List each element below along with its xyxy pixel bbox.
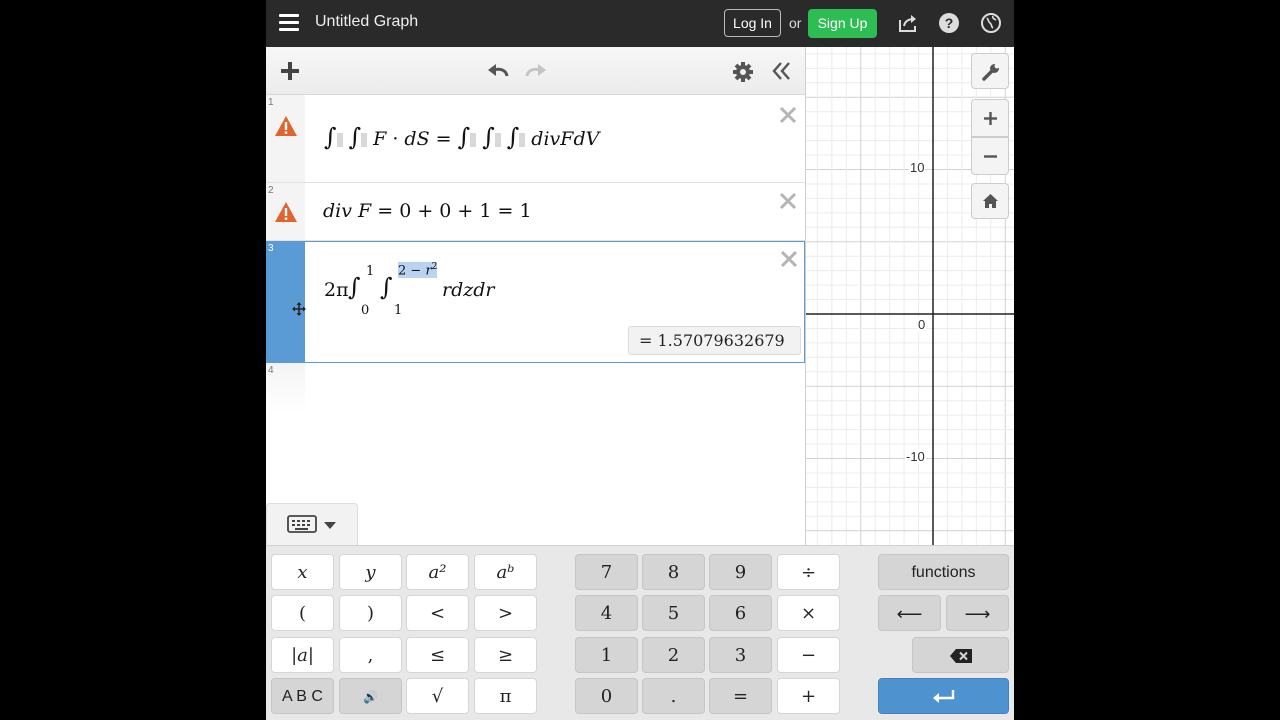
key-a-power-b[interactable]: aᵇ bbox=[474, 554, 537, 590]
key-5[interactable]: 5 bbox=[642, 595, 705, 631]
warning-icon[interactable] bbox=[274, 115, 298, 137]
origin-label: 0 bbox=[917, 317, 927, 332]
expression-math[interactable]: ∫ ∫ F · dS = ∫ ∫ ∫ divFdV bbox=[324, 123, 599, 151]
key-equals[interactable]: = bbox=[709, 678, 772, 714]
expression-row-selected[interactable]: 3 2π ∫ 1 0 ∫ 2 − r2 1 rdzdr = 1.57079632… bbox=[266, 241, 805, 363]
wrench-icon bbox=[982, 63, 1000, 81]
math-keypad: functions ⟵ ⟶ x y a² aᵇ () < > |a|, ≤ ≥ A B C 🔊 √ π 7 8… bbox=[266, 545, 1014, 720]
or-label: or bbox=[789, 15, 802, 31]
home-icon bbox=[983, 194, 998, 208]
share-icon[interactable] bbox=[897, 12, 919, 34]
expression-number: 3 bbox=[268, 243, 274, 254]
expression-row[interactable]: 1 ∫ ∫ F · dS = ∫ ∫ ∫ divFdV bbox=[266, 95, 805, 183]
redo-icon[interactable] bbox=[524, 61, 548, 81]
key-close-paren[interactable]: ) bbox=[339, 595, 402, 631]
help-icon[interactable]: ? bbox=[938, 12, 960, 34]
menu-icon[interactable] bbox=[279, 14, 299, 31]
expression-number: 1 bbox=[268, 97, 274, 108]
drag-handle-icon[interactable] bbox=[292, 302, 306, 316]
evaluation-result: = 1.57079632679 bbox=[628, 326, 801, 355]
expression-row[interactable]: 2 div F = 0 + 0 + 1 = 1 bbox=[266, 183, 805, 241]
backspace-icon bbox=[950, 649, 972, 663]
expression-gutter: 2 bbox=[266, 183, 305, 240]
graph-title[interactable]: Untitled Graph bbox=[315, 13, 418, 31]
graph-canvas[interactable]: 10 0 -10 bbox=[805, 47, 1014, 545]
backspace-key[interactable] bbox=[912, 637, 1009, 673]
login-button[interactable]: Log In bbox=[724, 9, 781, 37]
enter-icon bbox=[933, 690, 955, 703]
key-9[interactable]: 9 bbox=[709, 554, 772, 590]
expression-math[interactable]: div F = 0 + 0 + 1 = 1 bbox=[323, 200, 532, 222]
key-0[interactable]: 0 bbox=[575, 678, 638, 714]
key-divide[interactable]: ÷ bbox=[777, 554, 840, 590]
key-y[interactable]: y bbox=[339, 554, 402, 590]
key-abs[interactable]: |a| bbox=[271, 637, 334, 673]
svg-text:?: ? bbox=[945, 15, 954, 31]
left-arrow-key[interactable]: ⟵ bbox=[878, 595, 941, 631]
settings-gear-icon[interactable] bbox=[732, 61, 754, 83]
undo-icon[interactable] bbox=[486, 61, 510, 81]
zoom-in-button[interactable] bbox=[971, 99, 1009, 137]
key-pi[interactable]: π bbox=[474, 678, 537, 714]
default-viewport-button[interactable] bbox=[971, 183, 1009, 219]
functions-key[interactable]: functions bbox=[878, 554, 1009, 590]
key-3[interactable]: 3 bbox=[709, 637, 772, 673]
delete-expression-icon[interactable] bbox=[778, 105, 798, 125]
keyboard-icon bbox=[287, 515, 336, 533]
expression-toolbar bbox=[266, 47, 805, 95]
key-comma[interactable]: , bbox=[339, 637, 402, 673]
desmos-app: Untitled Graph Log In or Sign Up ? 1 ∫ ∫… bbox=[266, 0, 1014, 720]
key-minus[interactable]: − bbox=[777, 637, 840, 673]
right-arrow-key[interactable]: ⟶ bbox=[946, 595, 1009, 631]
delete-expression-icon[interactable] bbox=[779, 249, 799, 269]
signup-button[interactable]: Sign Up bbox=[808, 9, 877, 38]
expression-list: 1 ∫ ∫ F · dS = ∫ ∫ ∫ divFdV 2 div F = 0 … bbox=[266, 95, 805, 505]
add-icon[interactable] bbox=[279, 60, 301, 82]
expression-number: 2 bbox=[268, 185, 274, 196]
keyboard-toggle[interactable] bbox=[266, 503, 358, 545]
key-plus[interactable]: + bbox=[777, 678, 840, 714]
key-6[interactable]: 6 bbox=[709, 595, 772, 631]
key-2[interactable]: 2 bbox=[642, 637, 705, 673]
key-less-equal[interactable]: ≤ bbox=[406, 637, 469, 673]
delete-expression-icon[interactable] bbox=[778, 191, 798, 211]
y-tick-label: 10 bbox=[909, 160, 926, 175]
zoom-out-button[interactable] bbox=[971, 137, 1009, 175]
expression-gutter: 1 bbox=[266, 95, 305, 182]
enter-key[interactable] bbox=[878, 678, 1009, 714]
key-greater-than[interactable]: > bbox=[474, 595, 537, 631]
key-8[interactable]: 8 bbox=[642, 554, 705, 590]
expression-row-empty[interactable]: 4 bbox=[266, 363, 805, 413]
key-abc[interactable]: A B C bbox=[271, 678, 334, 714]
key-decimal[interactable]: . bbox=[642, 678, 705, 714]
collapse-panel-icon[interactable] bbox=[771, 61, 791, 81]
warning-icon[interactable] bbox=[274, 201, 298, 223]
key-audio[interactable]: 🔊 bbox=[339, 678, 402, 714]
graph-settings-button[interactable] bbox=[971, 53, 1009, 89]
key-4[interactable]: 4 bbox=[575, 595, 638, 631]
globe-icon[interactable] bbox=[980, 12, 1002, 34]
top-header: Untitled Graph Log In or Sign Up ? bbox=[266, 0, 1014, 47]
expression-gutter: 4 bbox=[266, 363, 305, 413]
key-1[interactable]: 1 bbox=[575, 637, 638, 673]
key-multiply[interactable]: × bbox=[777, 595, 840, 631]
key-a-squared[interactable]: a² bbox=[406, 554, 469, 590]
key-greater-equal[interactable]: ≥ bbox=[474, 637, 537, 673]
key-7[interactable]: 7 bbox=[575, 554, 638, 590]
expression-number: 4 bbox=[268, 365, 274, 376]
zoom-in-icon bbox=[984, 112, 997, 125]
key-x[interactable]: x bbox=[271, 554, 334, 590]
key-open-paren[interactable]: ( bbox=[271, 595, 334, 631]
y-tick-label: -10 bbox=[905, 449, 926, 464]
expression-gutter: 3 bbox=[266, 241, 306, 363]
key-sqrt[interactable]: √ bbox=[406, 678, 469, 714]
key-less-than[interactable]: < bbox=[406, 595, 469, 631]
zoom-out-icon bbox=[984, 155, 997, 158]
